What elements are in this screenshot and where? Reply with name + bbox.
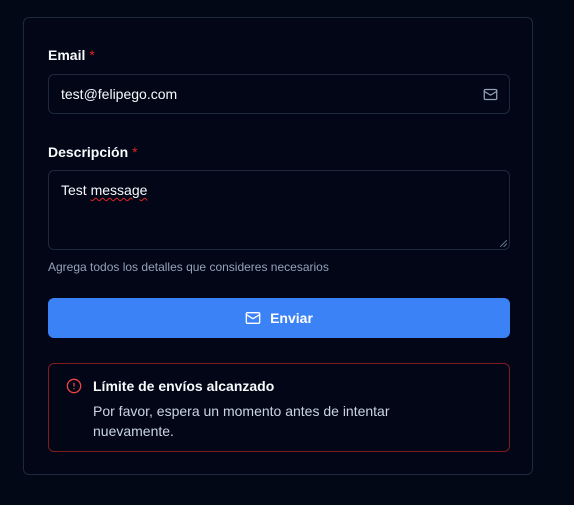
- required-asterisk: *: [89, 47, 95, 63]
- description-value-word: Test: [61, 182, 87, 198]
- description-helper-text: Agrega todos los detalles que consideres…: [48, 260, 329, 274]
- alert-circle-icon: [66, 378, 82, 394]
- rate-limit-alert: Límite de envíos alcanzado Por favor, es…: [48, 363, 510, 452]
- description-textarea[interactable]: Test message: [48, 170, 510, 250]
- description-value: Test message: [61, 182, 147, 198]
- email-label: Email *: [48, 47, 95, 63]
- contact-form-card: Email * test@felipego.com Descripción * Te…: [23, 17, 533, 475]
- description-label-text: Descripción: [48, 144, 129, 160]
- mail-icon: [245, 312, 261, 324]
- alert-title: Límite de envíos alcanzado: [93, 378, 275, 394]
- required-asterisk: *: [132, 144, 138, 160]
- resize-handle-icon[interactable]: [500, 240, 507, 247]
- submit-button[interactable]: Enviar: [48, 298, 510, 338]
- email-field[interactable]: test@felipego.com: [48, 74, 510, 114]
- description-label: Descripción *: [48, 144, 138, 160]
- mail-icon: [483, 88, 498, 101]
- alert-message: Por favor, espera un momento antes de in…: [93, 403, 390, 439]
- email-value: test@felipego.com: [61, 86, 178, 102]
- email-label-text: Email: [48, 47, 86, 63]
- submit-button-label: Enviar: [270, 310, 313, 326]
- misspelled-word: message: [90, 182, 148, 198]
